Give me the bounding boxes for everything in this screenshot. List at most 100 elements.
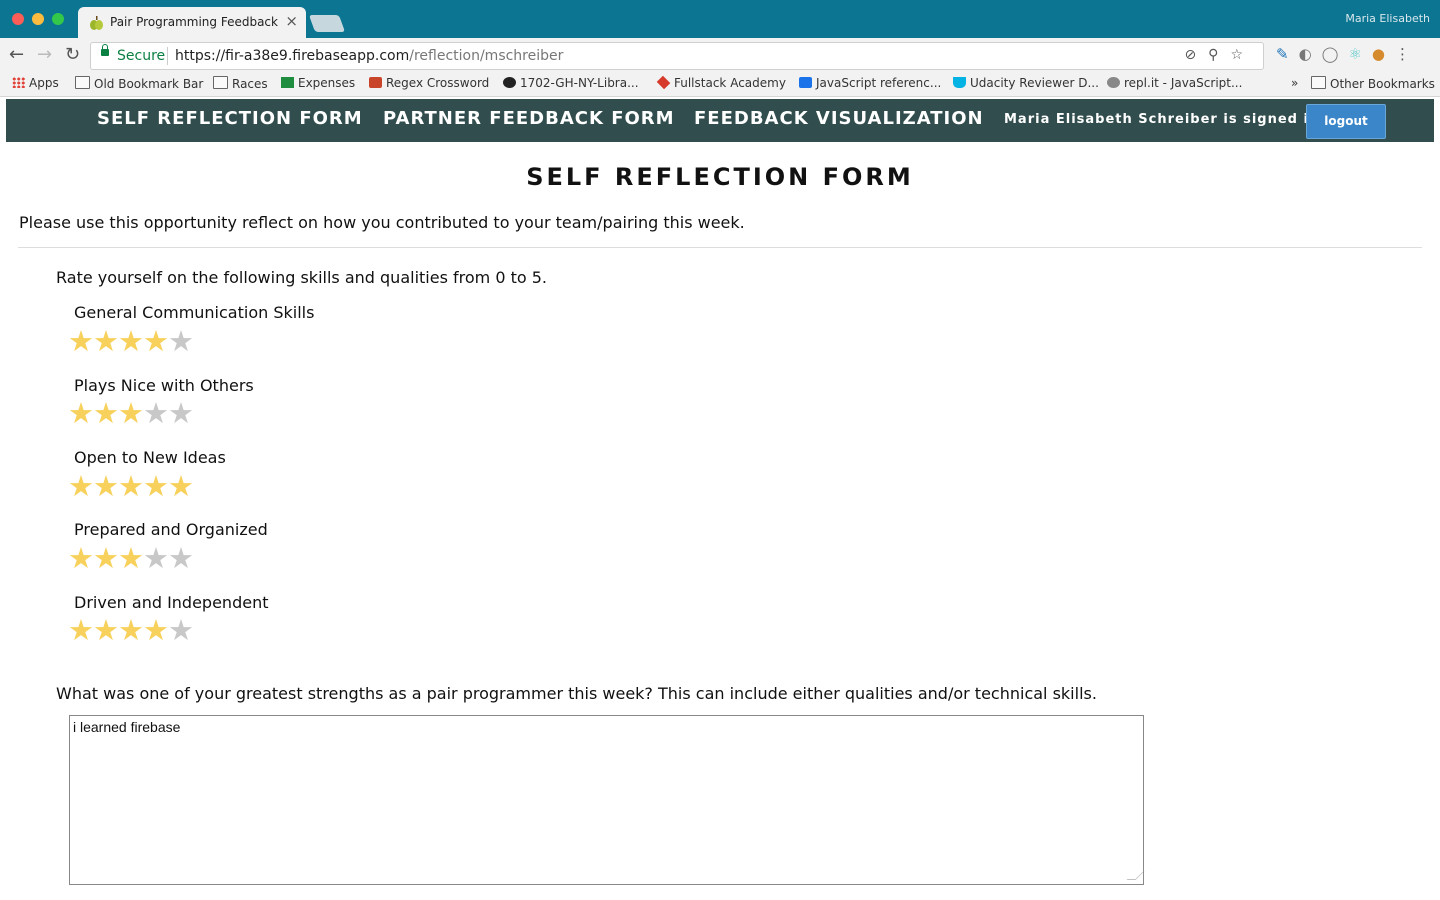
star-icon[interactable]: ★: [118, 545, 143, 571]
star-icon[interactable]: ★: [143, 328, 168, 354]
star-icon[interactable]: ★: [118, 617, 143, 643]
minimize-window-button[interactable]: [32, 13, 44, 25]
forward-icon[interactable]: →: [37, 44, 52, 65]
maximize-window-button[interactable]: [52, 13, 64, 25]
signed-in-status: Maria Elisabeth Schreiber is signed in.: [1004, 112, 1326, 127]
logout-button[interactable]: logout: [1306, 104, 1386, 139]
star-icon[interactable]: ★: [68, 545, 93, 571]
bookmark-repl-it[interactable]: repl.it - JavaScript...: [1107, 76, 1242, 90]
star-rating[interactable]: ★★★★★: [68, 617, 193, 643]
bookmark-old-bookmark-bar[interactable]: Old Bookmark Bar: [75, 76, 203, 91]
skill-label: Driven and Independent: [74, 593, 269, 612]
bookmark-javascript-reference[interactable]: JavaScript referenc...: [799, 76, 941, 90]
strengths-question: What was one of your greatest strengths …: [56, 684, 1097, 703]
star-icon[interactable]: ★: [93, 473, 118, 499]
url-host: https://fir-a38e9.firebaseapp.com: [175, 48, 410, 64]
url-text[interactable]: https://fir-a38e9.firebaseapp.com/reflec…: [175, 48, 563, 64]
star-icon[interactable]: ★: [68, 473, 93, 499]
star-icon[interactable]: ★: [68, 400, 93, 426]
nav-partner-feedback-form[interactable]: PARTNER FEEDBACK FORM: [383, 108, 675, 129]
bookmark-udacity-reviewer[interactable]: Udacity Reviewer D...: [953, 76, 1099, 90]
bookmarks-overflow-chevron-icon[interactable]: »: [1291, 76, 1298, 90]
secure-label: Secure: [117, 48, 166, 64]
bookmark-label: Apps: [29, 76, 59, 90]
bookmark-apps[interactable]: Apps: [12, 76, 59, 90]
extension-react-icon[interactable]: ⚛: [1348, 45, 1371, 63]
bookmark-label: repl.it - JavaScript...: [1124, 76, 1243, 90]
close-window-button[interactable]: [12, 13, 24, 25]
star-icon[interactable]: ★: [93, 545, 118, 571]
bookmarks-bar: Apps Old Bookmark Bar Races Expenses Reg…: [0, 72, 1440, 97]
star-icon[interactable]: ★: [118, 328, 143, 354]
mdn-icon: [799, 77, 812, 88]
star-icon[interactable]: ★: [118, 400, 143, 426]
star-rating[interactable]: ★★★★★: [68, 473, 193, 499]
star-rating[interactable]: ★★★★★: [68, 328, 193, 354]
bookmark-label: Races: [232, 77, 268, 91]
star-icon[interactable]: ★: [168, 400, 193, 426]
folder-icon: [75, 76, 90, 89]
bookmark-races[interactable]: Races: [213, 76, 268, 91]
bookmark-fullstack-academy[interactable]: Fullstack Academy: [656, 75, 786, 90]
star-icon[interactable]: ★: [68, 328, 93, 354]
address-divider: [167, 47, 168, 65]
browser-titlebar: Pair Programming Feedback × Maria Elisab…: [0, 0, 1440, 38]
tab-close-icon[interactable]: ×: [285, 12, 298, 30]
address-bar[interactable]: Secure https://fir-a38e9.firebaseapp.com…: [90, 42, 1264, 70]
bookmark-label: Regex Crossword: [386, 76, 490, 90]
profile-name[interactable]: Maria Elisabeth: [1345, 12, 1430, 25]
star-icon[interactable]: ★: [93, 400, 118, 426]
extension-ink-icon[interactable]: ✎: [1276, 45, 1299, 63]
tab-title: Pair Programming Feedback: [110, 15, 278, 29]
browser-toolbar: ← → ↻ Secure https://fir-a38e9.firebasea…: [0, 38, 1440, 72]
bookmark-1702-gh-ny[interactable]: 1702-GH-NY-Libra...: [503, 76, 639, 90]
extension-circle-icon[interactable]: ◯: [1322, 45, 1349, 63]
star-icon[interactable]: ★: [168, 545, 193, 571]
blocked-icon[interactable]: ⊘: [1184, 47, 1208, 63]
regex-icon: [369, 77, 382, 88]
star-icon[interactable]: ★: [93, 328, 118, 354]
star-icon[interactable]: ★: [143, 473, 168, 499]
bookmark-label: Expenses: [298, 76, 356, 90]
nav-feedback-visualization[interactable]: FEEDBACK VISUALIZATION: [694, 108, 984, 129]
zoom-icon[interactable]: ⚲: [1208, 47, 1230, 63]
star-icon[interactable]: ★: [168, 473, 193, 499]
skill-label: Open to New Ideas: [74, 448, 226, 467]
star-icon[interactable]: ★: [143, 617, 168, 643]
nav-self-reflection-form[interactable]: SELF REFLECTION FORM: [97, 108, 363, 129]
skill-label: Prepared and Organized: [74, 520, 268, 539]
bookmark-expenses[interactable]: Expenses: [281, 76, 355, 90]
star-icon[interactable]: ★: [143, 545, 168, 571]
star-rating[interactable]: ★★★★★: [68, 400, 193, 426]
fullstack-icon: [656, 75, 671, 90]
extension-cookie-icon[interactable]: ●: [1372, 45, 1395, 63]
browser-tab[interactable]: Pair Programming Feedback ×: [78, 7, 306, 38]
strengths-answer-textarea[interactable]: i learned firebase: [69, 715, 1144, 885]
bookmark-star-icon[interactable]: ☆: [1230, 47, 1255, 63]
apps-grid-icon: [12, 77, 25, 88]
bookmark-regex-crossword[interactable]: Regex Crossword: [369, 76, 489, 90]
bookmark-label: Old Bookmark Bar: [94, 77, 204, 91]
bookmark-label: Udacity Reviewer D...: [970, 76, 1099, 90]
github-icon: [503, 77, 516, 88]
back-icon[interactable]: ←: [9, 44, 24, 65]
pear-favicon-icon: [90, 16, 103, 30]
folder-icon: [1311, 76, 1326, 89]
reload-icon[interactable]: ↻: [65, 44, 80, 65]
menu-icon[interactable]: ⋮: [1395, 45, 1420, 63]
star-icon[interactable]: ★: [68, 617, 93, 643]
replit-icon: [1107, 77, 1120, 88]
star-icon[interactable]: ★: [118, 473, 143, 499]
divider: [18, 247, 1422, 248]
bookmark-other-bookmarks[interactable]: Other Bookmarks: [1311, 76, 1435, 91]
new-tab-button[interactable]: [308, 15, 346, 32]
bookmark-label: Other Bookmarks: [1330, 77, 1435, 91]
star-icon[interactable]: ★: [143, 400, 168, 426]
star-icon[interactable]: ★: [168, 617, 193, 643]
extension-swirl-icon[interactable]: ◐: [1299, 45, 1322, 63]
bookmark-label: 1702-GH-NY-Libra...: [520, 76, 639, 90]
star-icon[interactable]: ★: [93, 617, 118, 643]
star-rating[interactable]: ★★★★★: [68, 545, 193, 571]
bookmark-label: JavaScript referenc...: [816, 76, 942, 90]
star-icon[interactable]: ★: [168, 328, 193, 354]
